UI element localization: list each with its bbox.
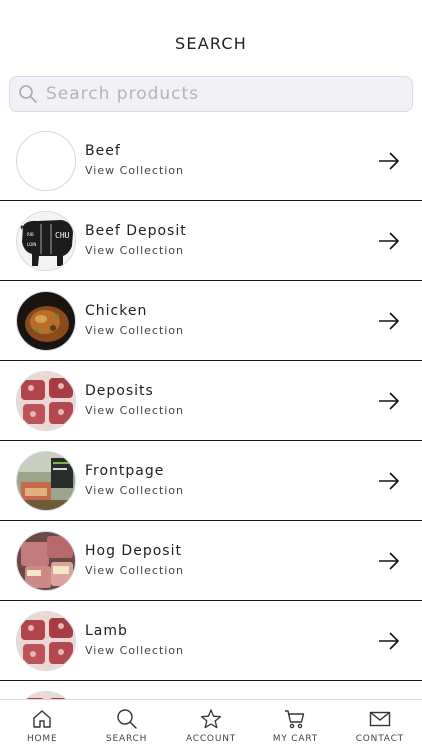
arrow-right-icon[interactable]: [378, 630, 400, 652]
tab-cart[interactable]: MY CART: [253, 700, 337, 750]
search-input[interactable]: [46, 84, 386, 104]
svg-text:CHU: CHU: [55, 231, 70, 240]
collection-row-frontpage[interactable]: Frontpage View Collection: [0, 441, 422, 521]
collection-title: Lamb: [85, 623, 128, 639]
collection-thumbnail: [16, 130, 76, 191]
raw-meat-image: [17, 691, 75, 699]
collection-title: Beef Deposit: [85, 223, 187, 239]
tab-contact[interactable]: CONTACT: [338, 700, 422, 750]
tab-label: CONTACT: [355, 734, 404, 744]
search-bar: [0, 70, 422, 112]
star-icon: [201, 709, 221, 729]
arrow-right-icon[interactable]: [378, 310, 400, 332]
home-icon: [33, 710, 51, 728]
arrow-right-icon[interactable]: [378, 230, 400, 252]
collection-list: Beef View Collection CHU RIB LOIN Beef D…: [0, 121, 422, 699]
collection-row-beef[interactable]: Beef View Collection: [0, 121, 422, 201]
collection-row-hog-deposit[interactable]: Hog Deposit View Collection: [0, 521, 422, 601]
arrow-right-icon[interactable]: [378, 150, 400, 172]
search-icon: [19, 85, 37, 103]
collection-subtitle: View Collection: [85, 484, 185, 497]
collection-subtitle: View Collection: [85, 244, 185, 257]
mail-icon: [369, 711, 391, 727]
roast-chicken-image: [17, 291, 75, 350]
collection-thumbnail: [16, 450, 76, 511]
header: SEARCH: [0, 0, 422, 70]
cart-icon: [285, 710, 305, 729]
collection-subtitle: View Collection: [85, 164, 185, 177]
tab-label: HOME: [26, 734, 58, 744]
arrow-right-icon[interactable]: [378, 550, 400, 572]
collection-subtitle: View Collection: [85, 564, 185, 577]
collection-title: Deposits: [85, 383, 154, 399]
tab-search[interactable]: SEARCH: [84, 700, 168, 750]
market-stand-image: [17, 451, 75, 510]
raw-meat-image: [17, 611, 75, 670]
tab-label: MY CART: [272, 734, 319, 744]
collection-row-deposits[interactable]: Deposits View Collection: [0, 361, 422, 441]
arrow-right-icon[interactable]: [378, 390, 400, 412]
tab-account[interactable]: ACCOUNT: [169, 700, 253, 750]
collection-thumbnail: [16, 370, 76, 431]
tab-home[interactable]: HOME: [0, 700, 84, 750]
chalkboard-cow-image: CHU RIB LOIN: [17, 211, 75, 270]
svg-text:RIB: RIB: [27, 232, 34, 237]
collection-thumbnail: CHU RIB LOIN: [16, 210, 76, 271]
collection-row-lamb[interactable]: Lamb View Collection: [0, 601, 422, 681]
collection-row-partial[interactable]: [0, 681, 422, 699]
collection-thumbnail: [16, 290, 76, 351]
raw-meat-image: [17, 371, 75, 430]
collection-title: Hog Deposit: [85, 543, 182, 559]
page-title: SEARCH: [175, 34, 247, 53]
collection-title: Chicken: [85, 303, 148, 319]
collection-subtitle: View Collection: [85, 324, 185, 337]
collection-title: Beef: [85, 143, 121, 159]
collection-thumbnail: [16, 610, 76, 671]
tab-bar: HOME SEARCH ACCOUNT MY CART CONTACT: [0, 699, 422, 750]
search-box[interactable]: [9, 76, 413, 112]
collection-row-beef-deposit[interactable]: CHU RIB LOIN Beef Deposit View Collectio…: [0, 201, 422, 281]
collection-thumbnail: [16, 690, 76, 699]
collection-subtitle: View Collection: [85, 644, 185, 657]
arrow-right-icon[interactable]: [378, 470, 400, 492]
collection-thumbnail: [16, 530, 76, 591]
search-icon: [116, 709, 137, 729]
pork-packages-image: [17, 531, 75, 590]
collection-title: Frontpage: [85, 463, 165, 479]
collection-row-chicken[interactable]: Chicken View Collection: [0, 281, 422, 361]
tab-label: SEARCH: [106, 734, 148, 744]
collection-subtitle: View Collection: [85, 404, 185, 417]
tab-label: ACCOUNT: [185, 734, 237, 744]
svg-text:LOIN: LOIN: [27, 242, 36, 247]
